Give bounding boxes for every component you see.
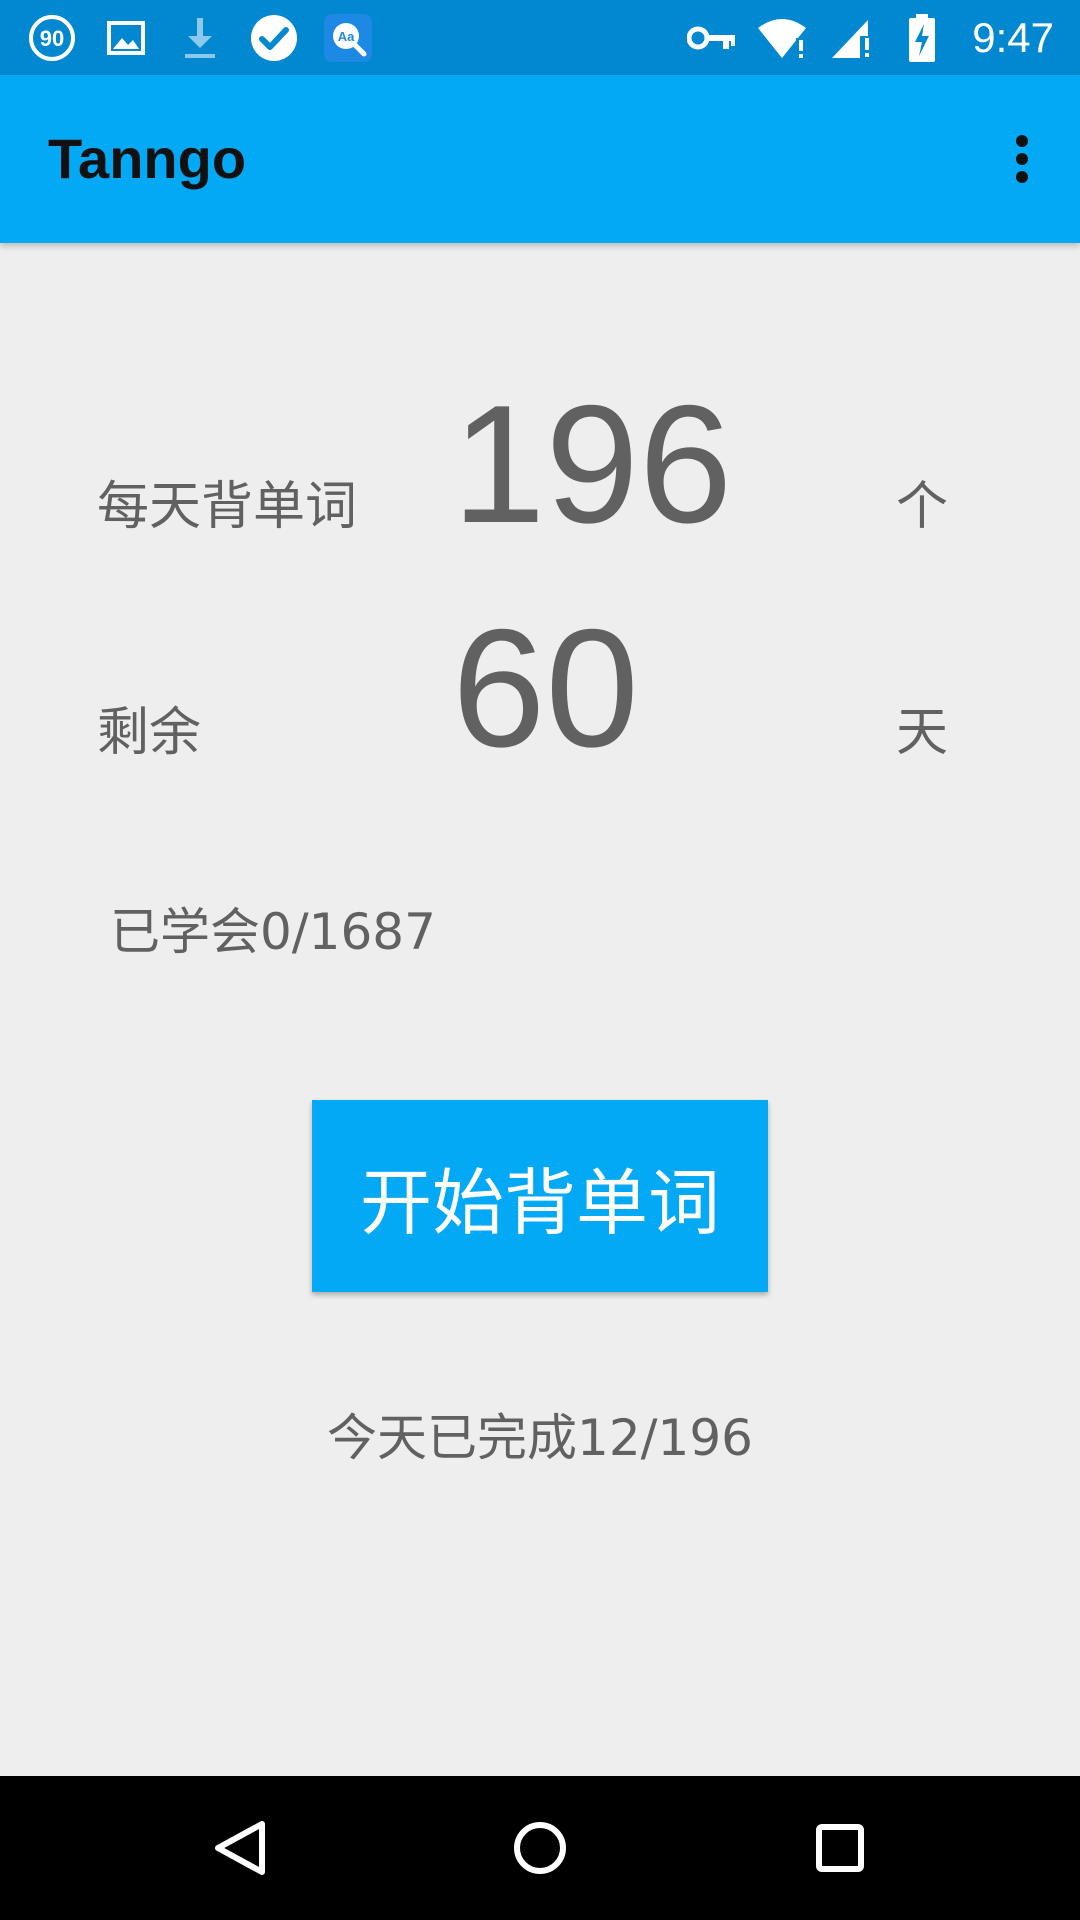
app-bar: Tanngo <box>0 75 1080 243</box>
notification-icons: 90 Aa <box>26 12 374 64</box>
recents-button[interactable] <box>800 1808 880 1888</box>
speed-90-icon: 90 <box>26 12 78 64</box>
remaining-days-value[interactable]: 60 <box>452 604 639 772</box>
wifi-icon <box>756 12 808 64</box>
back-button[interactable] <box>200 1808 280 1888</box>
back-icon <box>215 1821 265 1875</box>
remaining-days-unit: 天 <box>896 703 949 763</box>
home-button[interactable] <box>500 1808 580 1888</box>
today-progress-text: 今天已完成12/196 <box>327 1409 753 1467</box>
image-icon <box>100 12 152 64</box>
download-icon <box>174 12 226 64</box>
check-circle-icon <box>248 12 300 64</box>
svg-text:90: 90 <box>40 26 64 51</box>
remaining-days-label: 剩余 <box>97 703 202 763</box>
daily-words-unit: 个 <box>896 477 949 537</box>
navigation-bar <box>0 1776 1080 1920</box>
svg-text:Aa: Aa <box>338 29 355 44</box>
recents-icon <box>816 1824 864 1872</box>
clock: 9:47 <box>972 14 1054 61</box>
cell-signal-icon <box>826 12 878 64</box>
start-learning-button[interactable]: 开始背单词 <box>312 1100 768 1292</box>
daily-words-value[interactable]: 196 <box>452 380 732 548</box>
learned-progress-text: 已学会0/1687 <box>110 903 436 961</box>
vpn-key-icon <box>686 12 738 64</box>
status-bar: 90 Aa 9:47 <box>0 0 1080 75</box>
daily-words-label: 每天背单词 <box>97 477 358 537</box>
more-options-button[interactable] <box>982 119 1062 199</box>
more-vert-icon <box>1016 135 1028 183</box>
dictionary-icon: Aa <box>322 12 374 64</box>
app-title: Tanngo <box>48 127 247 190</box>
system-status-icons: 9:47 <box>686 12 1054 64</box>
home-icon <box>514 1822 566 1874</box>
battery-charging-icon <box>896 12 948 64</box>
